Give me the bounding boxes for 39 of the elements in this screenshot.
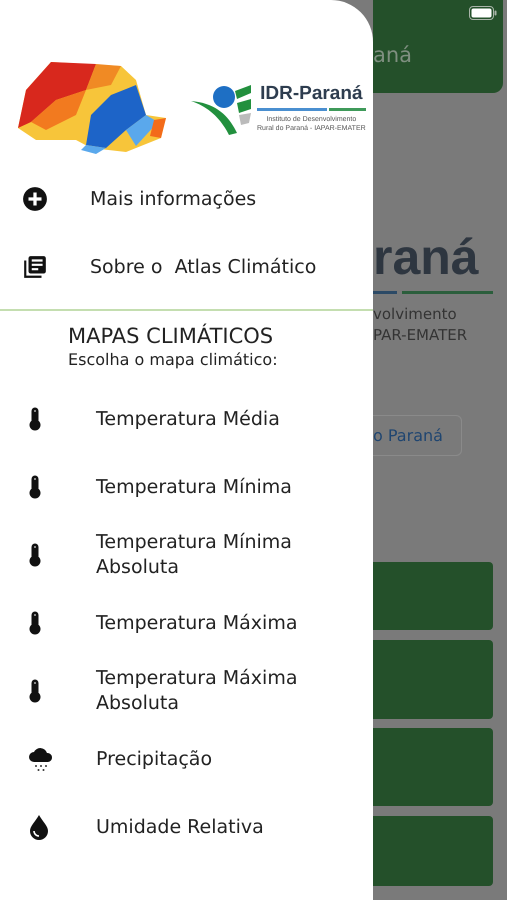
thermometer-icon bbox=[28, 543, 42, 567]
water-drop-icon bbox=[28, 814, 50, 840]
menu-item-label: Temperatura Mínima bbox=[96, 474, 293, 500]
menu-item[interactable]: Temperatura Mínima bbox=[0, 453, 373, 521]
menu-item[interactable]: Temperatura Média bbox=[0, 385, 373, 453]
menu-card[interactable] bbox=[373, 562, 493, 630]
menu-item-label: Temperatura Máxima bbox=[96, 610, 298, 636]
menu-card[interactable] bbox=[373, 728, 493, 806]
menu-item-label: Sobre o Atlas Climático bbox=[90, 254, 318, 280]
menu-item-label: Temperatura Média bbox=[96, 406, 281, 432]
menu-item-label: Temperatura Máxima Absoluta bbox=[96, 666, 298, 716]
section-title: MAPAS CLIMÁTICOS bbox=[67, 323, 274, 349]
header-title: aná bbox=[373, 43, 414, 67]
menu-item[interactable]: Mais informações bbox=[0, 165, 373, 233]
section-subtitle: Escolha o mapa climático: bbox=[67, 349, 279, 371]
thermometer-icon bbox=[28, 679, 42, 703]
menu-item-label: Umidade Relativa bbox=[96, 814, 265, 840]
menu-item[interactable]: Sobre o Atlas Climático bbox=[0, 233, 373, 301]
logo-title: IDR-Paraná bbox=[260, 82, 363, 104]
thermometer-icon bbox=[28, 407, 42, 431]
brand-subtitle: volvimento bbox=[373, 304, 458, 325]
menu-item[interactable]: Temperatura Máxima Absoluta bbox=[0, 657, 373, 725]
menu-item-label: Mais informações bbox=[90, 186, 258, 212]
menu-item[interactable]: Temperatura Mínima Absoluta bbox=[0, 521, 373, 589]
menu-item-label: Temperatura Mínima Absoluta bbox=[96, 530, 293, 580]
menu-item[interactable]: Umidade Relativa bbox=[0, 793, 373, 861]
brand-title: raná bbox=[373, 229, 480, 285]
books-icon bbox=[22, 254, 48, 280]
menu-card[interactable] bbox=[373, 640, 493, 719]
thermometer-icon bbox=[28, 475, 42, 499]
thermometer-icon bbox=[28, 611, 42, 635]
menu-item-label: Precipitação bbox=[96, 746, 214, 772]
add-icon bbox=[22, 186, 48, 212]
brand-subtitle: PAR-EMATER bbox=[373, 325, 468, 346]
battery-icon bbox=[469, 6, 497, 20]
menu-card[interactable] bbox=[373, 816, 493, 886]
rain-cloud-icon bbox=[28, 746, 54, 772]
menu-item[interactable]: Temperatura Máxima bbox=[0, 589, 373, 657]
menu-item[interactable]: Precipitação bbox=[0, 725, 373, 793]
